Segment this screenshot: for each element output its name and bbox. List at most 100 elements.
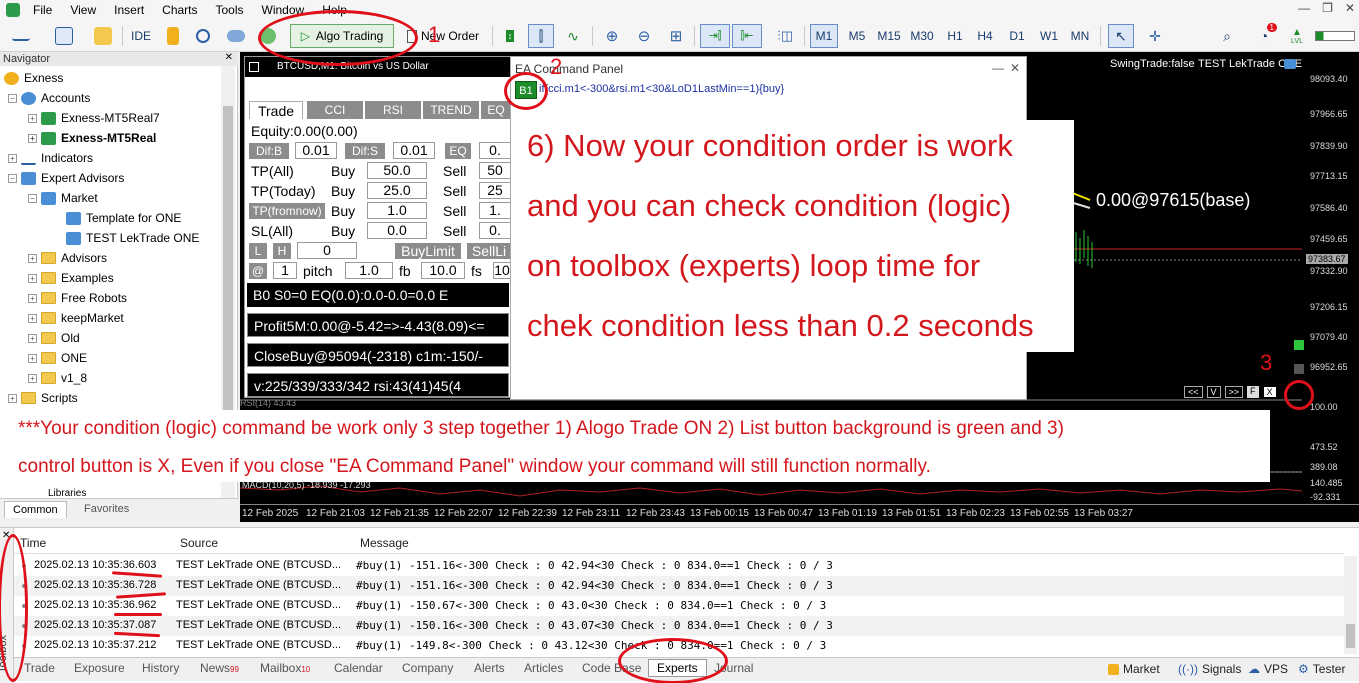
zoom-in-icon[interactable]: ⊕ [600,24,624,48]
close-icon[interactable]: ✕ [1345,1,1355,15]
collapse-icon[interactable]: − [28,193,37,203]
tab-favorites[interactable]: Favorites [76,501,137,518]
market-tab[interactable]: Market [1108,662,1160,676]
tree-expert-advisors[interactable]: − Expert Advisors [8,168,124,188]
lock-icon[interactable] [162,24,184,48]
scroll-right-button[interactable]: >> [1224,386,1244,398]
tp-fromnow-button[interactable]: TP(fromnow) [249,203,325,219]
menu-file[interactable]: File [24,3,61,17]
expand-icon[interactable]: + [28,113,37,123]
at-input[interactable]: 1 [273,262,297,279]
tab-company[interactable]: Company [402,661,453,675]
tree-account-real7[interactable]: + Exness-MT5Real7 [28,108,160,128]
control-x-button[interactable]: X [1262,386,1277,398]
tab-calendar[interactable]: Calendar [334,661,383,675]
tp-fromnow-sell-input[interactable]: 1. [479,202,511,219]
menu-insert[interactable]: Insert [105,3,153,17]
tp-today-buy-input[interactable]: 25.0 [367,182,427,199]
minimize-icon[interactable]: — [1298,1,1310,15]
tree-template-for-one[interactable]: Template for ONE [66,208,181,228]
tp-fromnow-buy-input[interactable]: 1.0 [367,202,427,219]
expand-icon[interactable]: + [28,373,37,383]
depth-of-market-icon[interactable]: ↕ [498,24,522,48]
restore-icon[interactable]: ❐ [1322,1,1333,15]
expand-icon[interactable]: + [8,153,17,163]
tp-today-sell-input[interactable]: 25 [479,182,511,199]
tab-exposure[interactable]: Exposure [74,661,125,675]
tab-trend[interactable]: TREND [423,101,479,119]
navigator-close-icon[interactable]: ✕ [225,52,233,63]
sell-limit-button[interactable]: SellLi [467,243,511,259]
tree-v1-8[interactable]: + v1_8 [28,368,87,388]
panel-menu-icon[interactable] [249,61,273,73]
tab-common[interactable]: Common [4,501,67,518]
cursor-icon[interactable]: ↖ [1108,24,1134,48]
tree-accounts[interactable]: − Accounts [8,88,90,108]
timeframe-w1[interactable]: W1 [1036,24,1062,48]
dif-b-button[interactable]: Dif:B [249,143,289,159]
log-row[interactable]: 2025.02.13 10:35:36.728 TEST LekTrade ON… [14,576,1344,596]
menu-view[interactable]: View [61,3,105,17]
expand-icon[interactable]: + [8,393,17,403]
tab-cci[interactable]: CCI [307,101,363,119]
timeframe-m1[interactable]: M1 [810,24,838,48]
timeframe-h1[interactable]: H1 [942,24,968,48]
scroll-left-button[interactable]: << [1184,386,1203,398]
tester-tab[interactable]: ⚙ Tester [1298,662,1345,676]
f-button[interactable]: F [1247,386,1259,398]
tree-exness[interactable]: Exness [4,68,63,88]
tab-articles[interactable]: Articles [524,661,563,675]
notifications-icon[interactable]: ◔ 1 [1250,23,1278,48]
tab-trade[interactable]: Trade [24,661,55,675]
eq-input[interactable]: 0. [479,142,511,159]
signal-icon[interactable] [192,24,214,48]
tab-trade[interactable]: Trade [249,101,303,119]
column-time[interactable]: Time [20,536,46,550]
tree-free-robots[interactable]: + Free Robots [28,288,127,308]
expand-icon[interactable]: + [28,333,37,343]
ea-close-icon[interactable]: ✕ [1010,61,1020,75]
chart-type-icon[interactable] [6,24,36,48]
templates-icon[interactable] [46,24,82,48]
fb-input[interactable]: 10.0 [421,262,465,279]
pitch-input[interactable]: 1.0 [345,262,393,279]
menu-charts[interactable]: Charts [153,3,206,17]
tree-libraries[interactable]: Libraries [48,488,86,498]
at-button[interactable]: @ [249,263,267,279]
timeframe-h4[interactable]: H4 [972,24,998,48]
chart-shift-icon[interactable]: ⫿⇤ [732,24,762,48]
ide-button[interactable]: IDE [128,24,154,48]
tab-history[interactable]: History [142,661,179,675]
timeframe-m15[interactable]: M15 [874,24,904,48]
tree-examples[interactable]: + Examples [28,268,114,288]
timeframe-d1[interactable]: D1 [1004,24,1030,48]
tab-mailbox[interactable]: Mailbox10 [260,661,310,675]
signals-tab[interactable]: ((·)) Signals [1178,662,1241,676]
cloud-icon[interactable] [224,24,248,48]
log-row[interactable]: 2025.02.13 10:35:36.962 TEST LekTrade ON… [14,596,1344,616]
column-source[interactable]: Source [180,536,218,550]
timeframe-mn[interactable]: MN [1066,24,1094,48]
fs-input[interactable]: 10 [493,262,511,279]
tree-one[interactable]: + ONE [28,348,87,368]
tree-advisors[interactable]: + Advisors [28,248,107,268]
eq-button[interactable]: EQ [445,143,471,159]
tree-old[interactable]: + Old [28,328,80,348]
tree-market[interactable]: − Market [28,188,98,208]
tp-all-buy-input[interactable]: 50.0 [367,162,427,179]
h-button[interactable]: H [273,243,291,259]
dif-b-input[interactable]: 0.01 [295,142,337,159]
tab-alerts[interactable]: Alerts [474,661,505,675]
dif-s-input[interactable]: 0.01 [393,142,435,159]
tree-account-real[interactable]: + Exness-MT5Real [28,128,156,148]
expand-icon[interactable]: + [28,293,37,303]
ea-minimize-icon[interactable]: — [992,61,1004,75]
tab-news[interactable]: News99 [200,661,239,675]
search-icon[interactable]: ⌕ [1216,24,1238,48]
tp-all-sell-input[interactable]: 50 [479,162,511,179]
sl-all-buy-input[interactable]: 0.0 [367,222,427,239]
log-row[interactable]: 2025.02.13 10:35:36.603 TEST LekTrade ON… [14,556,1344,576]
expand-icon[interactable]: + [28,133,37,143]
tab-rsi[interactable]: RSI [365,101,421,119]
expand-icon[interactable]: + [28,273,37,283]
